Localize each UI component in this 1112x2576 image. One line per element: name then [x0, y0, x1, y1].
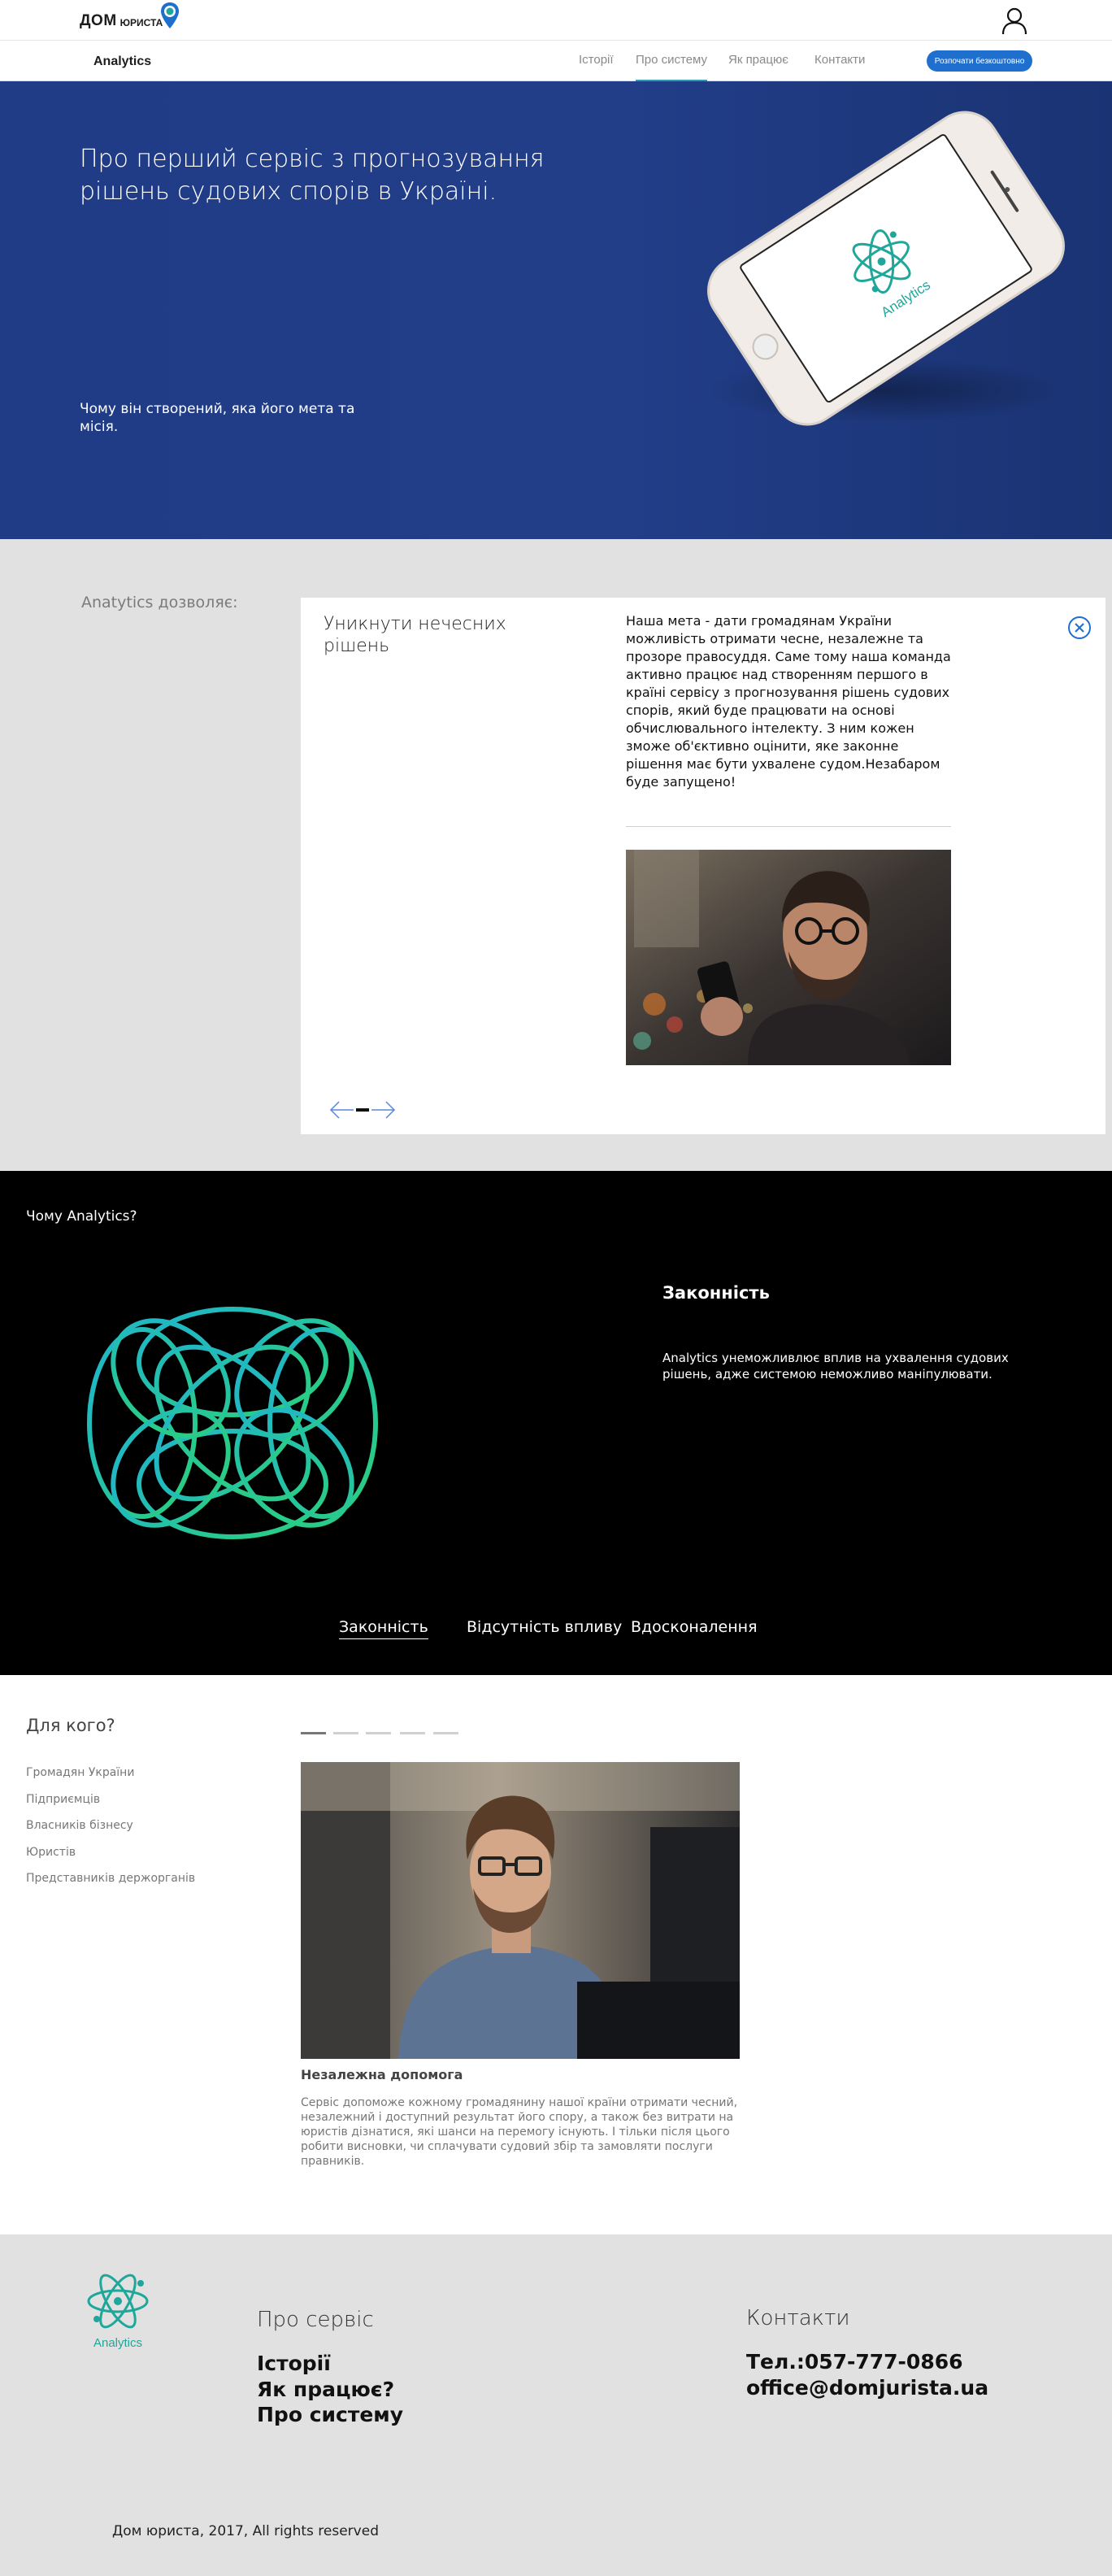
slider-position-indicator: [356, 1108, 369, 1112]
arrow-right-icon[interactable]: [371, 1101, 396, 1119]
for-whom-item-officials[interactable]: Представників держорганів: [26, 1872, 195, 1885]
footer-copyright: Дом юриста, 2017, All rights reserved: [112, 2523, 379, 2539]
nav-item-istorii[interactable]: Історії: [579, 53, 614, 81]
start-free-button[interactable]: Розпочати безкоштовно: [927, 50, 1032, 72]
card-heading: Уникнути нечесних рішень: [324, 614, 506, 656]
dom-jurista-logo[interactable]: ДОМ ЮРИСТА: [80, 2, 180, 37]
why-title: Чому Analytics?: [26, 1208, 137, 1225]
why-text: Analytics унеможливлює вплив на ухваленн…: [662, 1351, 1009, 1382]
nav-item-pro-systemu[interactable]: Про систему: [636, 53, 708, 81]
carousel-dot[interactable]: [301, 1732, 326, 1734]
interlaced-rings-logo: [87, 1307, 378, 1539]
why-heading: Законність: [662, 1283, 770, 1303]
footer-link-yak-pratsiuie[interactable]: Як працює?: [257, 2378, 394, 2401]
slider-arrows: [329, 1098, 398, 1122]
hero-subtitle: Чому він створений, яка його мета та міс…: [80, 401, 355, 435]
close-icon[interactable]: [1067, 616, 1092, 640]
for-whom-item-lawyers[interactable]: Юристів: [26, 1846, 76, 1859]
for-whom-text: Сервіс допоможе кожному громадянину нашо…: [301, 2096, 738, 2168]
card-text: Наша мета - дати громадянам України можл…: [626, 613, 951, 790]
hero-title: Про перший сервіс з прогнозування рішень…: [80, 145, 545, 206]
footer-logo-text: Analytics: [93, 2336, 142, 2350]
tab-zakonnist[interactable]: Законність: [339, 1618, 428, 1639]
carousel-dot[interactable]: [333, 1732, 358, 1734]
for-whom-heading: Незалежна допомога: [301, 2067, 463, 2082]
for-whom-item-citizens[interactable]: Громадян України: [26, 1766, 134, 1779]
brand-label[interactable]: Analytics: [93, 54, 151, 69]
tab-vdoskonalennia[interactable]: Вдосконалення: [631, 1618, 758, 1638]
footer-link-pro-systemu[interactable]: Про систему: [257, 2403, 403, 2426]
footer-link-istorii[interactable]: Історії: [257, 2352, 331, 2375]
card-divider: [626, 826, 951, 827]
footer-contacts-title: Контакти: [746, 2306, 850, 2330]
carousel-dot[interactable]: [366, 1732, 391, 1734]
man-at-computer-photo: [301, 1762, 740, 2059]
tab-vidsutnist-vplyvu[interactable]: Відсутність впливу: [467, 1618, 622, 1638]
nav-item-yak-pratsiuie[interactable]: Як працює: [728, 53, 788, 81]
phone-mockup-image: Analytics: [707, 111, 1065, 426]
location-pin-icon: [161, 2, 180, 28]
carousel-dot[interactable]: [400, 1732, 425, 1734]
logo-jurista-text: ЮРИСТА: [119, 17, 163, 28]
for-whom-item-business-owners[interactable]: Власників бізнесу: [26, 1819, 133, 1832]
footer-service-title: Про сервіс: [257, 2308, 374, 2332]
footer-phone[interactable]: Тел.:057-777-0866: [746, 2350, 963, 2374]
footer-email[interactable]: office@domjurista.ua: [746, 2376, 988, 2400]
for-whom-title: Для кого?: [26, 1716, 115, 1735]
man-with-phone-photo: [626, 850, 951, 1065]
for-whom-item-entrepreneurs[interactable]: Підприємців: [26, 1793, 100, 1806]
nav-item-kontakty[interactable]: Контакти: [814, 53, 865, 81]
analytics-logo[interactable]: Analytics: [81, 2269, 154, 2350]
allows-title: Anatytics дозволяє:: [81, 594, 238, 611]
carousel-dot[interactable]: [433, 1732, 458, 1734]
logo-dom-text: ДОМ: [80, 12, 117, 29]
user-account-icon[interactable]: [998, 5, 1031, 36]
arrow-left-icon[interactable]: [329, 1101, 354, 1119]
